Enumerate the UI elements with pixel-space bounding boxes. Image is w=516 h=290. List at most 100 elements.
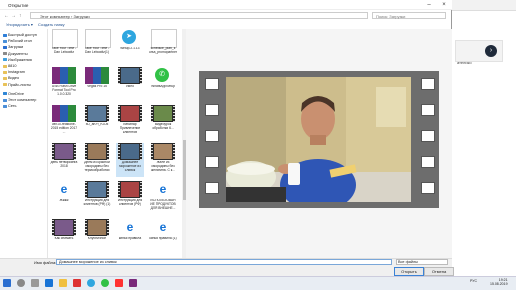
edge-icon[interactable] bbox=[45, 279, 53, 287]
nav-item-label: Этот компьютер bbox=[8, 98, 37, 102]
telegram-icon[interactable] bbox=[87, 279, 95, 287]
explorer-icon[interactable] bbox=[59, 279, 67, 287]
nav-item-label: Видео bbox=[8, 76, 20, 81]
pdf-document-icon: e bbox=[159, 182, 167, 196]
close-icon[interactable]: × bbox=[437, 1, 451, 9]
file-item[interactable]: Take Your Time - Dan Lebowitz(1) bbox=[83, 29, 111, 63]
file-item[interactable]: e ИСПОЛЬЗОВАН ИЕ ПРОДУКТОВ ДЛЯ ВНЕШНЕ... bbox=[149, 181, 177, 215]
word-document-icon bbox=[151, 29, 177, 48]
nav-item[interactable]: Документы bbox=[3, 52, 47, 57]
file-item[interactable]: e кинья правила bbox=[116, 219, 144, 253]
file-item[interactable]: Инструкция для клиентов (РФ) (1) bbox=[83, 181, 111, 215]
file-name: Take Your Time - Dan Lebowitz bbox=[51, 47, 77, 54]
yandex-browser-icon[interactable] bbox=[73, 279, 81, 287]
file-item[interactable]: Vegas Pro 15 bbox=[83, 67, 111, 101]
file-name: кинья правила bbox=[118, 237, 142, 240]
address-path: Этот компьютер › Загрузки bbox=[40, 13, 90, 19]
file-name: Take Your Time - Dan Lebowitz(1) bbox=[84, 47, 110, 54]
up-arrow-icon[interactable]: ↑ bbox=[19, 13, 22, 19]
file-item[interactable]: Желе из смородины без желатина. С к... bbox=[149, 143, 177, 177]
archive-icon bbox=[85, 67, 109, 84]
file-item[interactable]: ➤ tsetup.2.1.13 bbox=[116, 29, 144, 63]
file-name: день нетворкинга 2018 bbox=[50, 161, 78, 168]
file-name: Клубничное bbox=[87, 237, 107, 240]
file-item[interactable]: Вебинар Привлечение клиентов bbox=[116, 105, 144, 139]
nav-item[interactable]: OneDrive bbox=[3, 92, 47, 97]
file-item[interactable]: e кинья правила (1) bbox=[149, 219, 177, 253]
open-button[interactable]: Открыть bbox=[394, 267, 424, 276]
file-item[interactable]: e Жжжк bbox=[50, 181, 78, 215]
back-arrow-icon[interactable]: ← bbox=[4, 13, 9, 19]
nav-item[interactable]: Загрузки bbox=[3, 45, 47, 50]
file-item[interactable]: video bbox=[116, 67, 144, 101]
file-name: Vegas Pro 15 bbox=[87, 85, 107, 88]
nav-item[interactable]: Изображения bbox=[3, 58, 47, 63]
file-item[interactable]: Видеоурок обработки 6... bbox=[149, 105, 177, 139]
video-thumbnail bbox=[118, 181, 142, 198]
film-sprocket-hole bbox=[205, 130, 219, 142]
video-preview-frame bbox=[226, 77, 411, 202]
nav-item[interactable]: Этот компьютер bbox=[3, 98, 47, 103]
video-thumbnail bbox=[151, 105, 175, 122]
file-item[interactable]: Днем из красной смородины без термообраб… bbox=[83, 143, 111, 177]
nav-item[interactable]: 8810 bbox=[3, 64, 47, 69]
document-icon bbox=[52, 29, 78, 48]
film-sprocket-hole bbox=[205, 156, 219, 168]
chrome-icon[interactable] bbox=[115, 279, 123, 287]
search-placeholder: Поиск: Загрузки bbox=[376, 13, 406, 19]
folder-icon bbox=[3, 64, 7, 68]
film-sprocket-hole bbox=[421, 104, 435, 116]
file-item[interactable]: xD_aKFf_rGOk bbox=[83, 105, 111, 139]
forward-arrow-icon[interactable]: → bbox=[11, 13, 16, 19]
minimize-icon[interactable]: – bbox=[422, 1, 436, 9]
edge-pdf-icon: e bbox=[60, 182, 68, 196]
arrow-right-icon[interactable]: › bbox=[485, 45, 497, 57]
file-name: tsetup.2.1.13 bbox=[120, 47, 140, 50]
file-name: xD_aKFf_rGOk bbox=[85, 123, 109, 126]
nav-item-label: Рабочий стол bbox=[8, 39, 32, 44]
file-item[interactable]: Инструкция для клиентов (РФ) bbox=[116, 181, 144, 215]
video-thumbnail bbox=[151, 143, 175, 160]
background-browser-bar bbox=[452, 0, 516, 11]
whatsapp-icon[interactable] bbox=[101, 279, 109, 287]
task-view-icon[interactable] bbox=[31, 279, 39, 287]
nav-item-label: Instagram bbox=[8, 70, 25, 75]
pdf-document-icon: e bbox=[159, 220, 167, 234]
nav-item[interactable]: Instagram bbox=[3, 70, 47, 75]
clock-date: 15.08.2019 bbox=[490, 282, 508, 286]
file-item[interactable]: USB Flash Drive Format Tool Pro 1.0.0.32… bbox=[50, 67, 78, 101]
dialog-title: Открытие bbox=[8, 3, 29, 8]
file-item[interactable]: Клубничное bbox=[83, 219, 111, 253]
video-thumbnail bbox=[52, 143, 76, 160]
system-clock[interactable]: 19:21 15.08.2019 bbox=[490, 278, 508, 286]
file-item[interactable]: день нетворкинга 2018 bbox=[50, 143, 78, 177]
nav-item[interactable]: Видео bbox=[3, 76, 47, 81]
nav-item-label: Быстрый доступ bbox=[8, 33, 37, 37]
folder-icon bbox=[3, 83, 7, 87]
video-thumbnail bbox=[52, 219, 76, 236]
cancel-button[interactable]: Отмена bbox=[424, 267, 454, 276]
folder-icon bbox=[3, 70, 7, 74]
file-name: Желе из смородины без желатина. С к... bbox=[151, 161, 175, 172]
film-sprocket-hole bbox=[205, 104, 219, 116]
new-folder-button[interactable]: Создать папку bbox=[38, 22, 65, 27]
nav-item[interactable]: Быстрый доступ bbox=[3, 33, 47, 38]
organize-button[interactable]: Упорядочить ▾ bbox=[6, 22, 33, 27]
file-item[interactable]: Take Your Time - Dan Lebowitz bbox=[50, 29, 78, 63]
file-name: Как снимать bbox=[54, 237, 74, 240]
file-item[interactable]: Домашнее мороженое из сливок bbox=[116, 143, 144, 177]
file-item[interactable]: ✆ WhatsAppSetup bbox=[149, 67, 177, 101]
nav-item[interactable]: Прайс-листы bbox=[3, 83, 47, 88]
app-icon[interactable] bbox=[129, 279, 137, 287]
nav-item-label: Изображения bbox=[8, 57, 32, 62]
folder-icon bbox=[3, 45, 7, 49]
file-item[interactable]: Как снимать bbox=[50, 219, 78, 253]
search-icon[interactable] bbox=[17, 279, 25, 287]
start-icon[interactable] bbox=[3, 279, 11, 287]
nav-item[interactable]: Рабочий стол bbox=[3, 39, 47, 44]
nav-item[interactable]: Сеть bbox=[3, 104, 47, 109]
language-indicator[interactable]: РУС bbox=[470, 279, 477, 283]
file-item[interactable]: win10-redstone-2015 edition 2017 ... bbox=[50, 105, 78, 139]
film-sprocket-hole bbox=[421, 156, 435, 168]
file-item[interactable]: schedule_plan_k ursa_promopartner bbox=[149, 29, 177, 63]
